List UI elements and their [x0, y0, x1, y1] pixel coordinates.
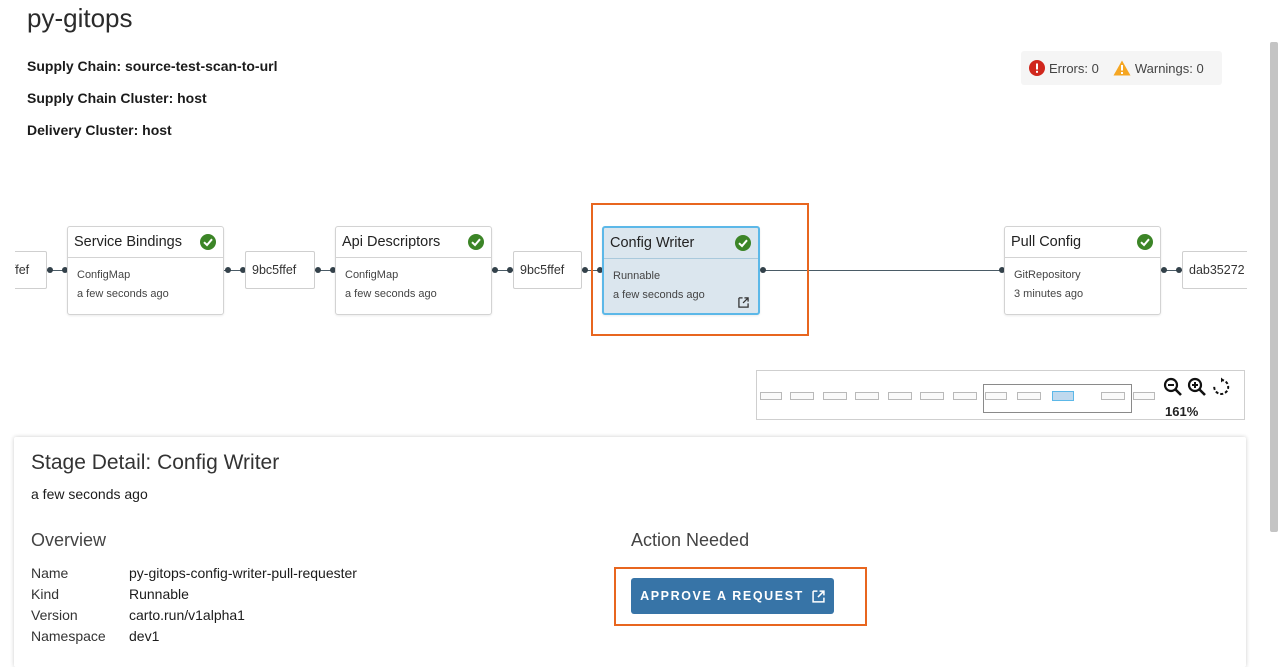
stage-time: 3 minutes ago [1014, 288, 1084, 300]
errors-count: Errors: 0 [1029, 60, 1099, 76]
field-key: Version [31, 606, 78, 623]
stage-detail-time: a few seconds ago [31, 486, 148, 502]
check-circle-icon [468, 234, 484, 250]
stage-node-pull-config[interactable]: Pull Config GitRepository 3 minutes ago [1004, 226, 1161, 315]
stage-name: Service Bindings [74, 234, 182, 250]
stage-kind: ConfigMap [77, 269, 131, 281]
field-value: carto.run/v1alpha1 [129, 606, 245, 623]
stage-node-service-bindings[interactable]: Service Bindings ConfigMap a few seconds … [67, 226, 224, 315]
overview-heading: Overview [31, 530, 107, 550]
field-value: Runnable [129, 585, 189, 602]
stage-node-api-descriptors[interactable]: Api Descriptors ConfigMap a few seconds a… [335, 226, 492, 315]
field-row: Namespace dev1 [31, 625, 357, 646]
page-title: py-gitops [27, 3, 133, 33]
resource-node-label: dab35272 [1189, 263, 1245, 277]
field-value: py-gitops-config-writer-pull-requester [129, 564, 357, 581]
resource-node[interactable]: ffef [15, 251, 47, 289]
check-circle-icon [1137, 234, 1153, 250]
status-summary: Errors: 0 Warnings: 0 [1021, 51, 1222, 85]
field-row: Kind Runnable [31, 583, 357, 604]
resource-node[interactable]: 9bc5ffef [245, 251, 315, 289]
action-needed-heading: Action Needed [631, 530, 750, 550]
zoom-level: 161% [1165, 404, 1199, 419]
zoom-in-icon[interactable] [1186, 377, 1208, 397]
overview-fields: Name py-gitops-config-writer-pull-request… [31, 562, 357, 646]
field-key: Name [31, 564, 69, 581]
field-row: Name py-gitops-config-writer-pull-request… [31, 562, 357, 583]
stage-time: a few seconds ago [345, 288, 437, 300]
stage-kind: GitRepository [1014, 269, 1081, 281]
supply-chain-label: Supply Chain: source-test-scan-to-url [27, 58, 278, 74]
reset-zoom-icon[interactable] [1211, 377, 1231, 397]
resource-node-label: 9bc5ffef [520, 263, 565, 277]
resource-node-label: 9bc5ffef [252, 263, 297, 277]
zoom-out-icon[interactable] [1163, 377, 1183, 397]
supply-chain-cluster-label: Supply Chain Cluster: host [27, 90, 207, 106]
resource-node[interactable]: 9bc5ffef [513, 251, 582, 289]
stage-detail-title: Stage Detail: Config Writer [31, 451, 280, 474]
highlight-box [591, 203, 809, 336]
warnings-label: Warnings: 0 [1134, 60, 1204, 76]
field-key: Namespace [31, 627, 106, 644]
graph-minimap[interactable]: 161% [756, 370, 1245, 420]
page-scrollbar[interactable] [1270, 42, 1278, 532]
highlight-box [614, 567, 867, 626]
errors-label: Errors: 0 [1049, 60, 1099, 76]
stage-name: Pull Config [1011, 234, 1082, 250]
resource-node[interactable]: dab35272 [1182, 251, 1247, 289]
stage-detail-panel: Stage Detail: Config Writer a few second… [14, 437, 1246, 667]
stage-time: a few seconds ago [77, 288, 169, 300]
stage-kind: ConfigMap [345, 269, 399, 281]
check-circle-icon [200, 234, 216, 250]
resource-node-label: ffef [15, 263, 30, 277]
error-icon [1029, 60, 1045, 76]
warnings-count: Warnings: 0 [1113, 60, 1204, 76]
stage-name: Api Descriptors [342, 234, 441, 250]
minimap-viewport[interactable] [983, 384, 1132, 413]
delivery-cluster-label: Delivery Cluster: host [27, 122, 172, 138]
warning-icon [1113, 60, 1131, 76]
field-row: Version carto.run/v1alpha1 [31, 604, 357, 625]
field-value: dev1 [129, 627, 160, 644]
field-key: Kind [31, 585, 60, 602]
